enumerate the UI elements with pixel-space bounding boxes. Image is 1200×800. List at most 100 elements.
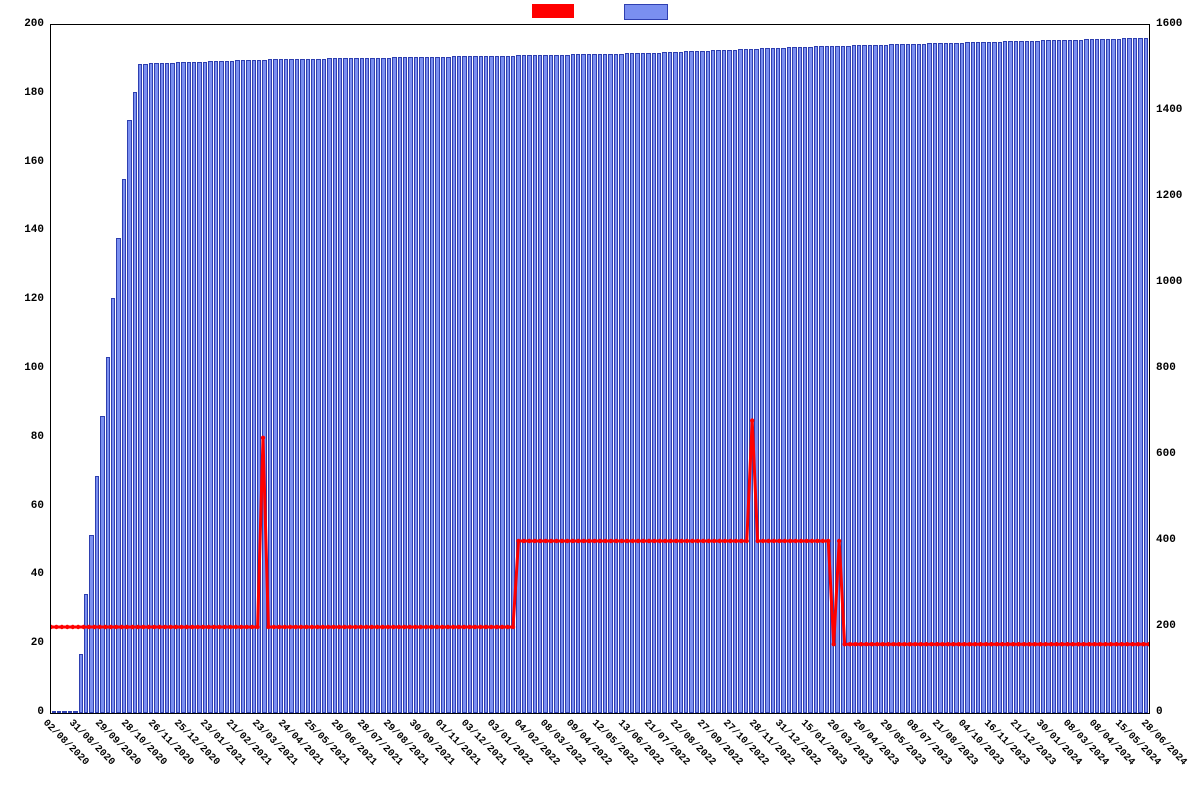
line-point bbox=[147, 625, 151, 629]
line-point bbox=[462, 625, 466, 629]
line-point bbox=[1130, 642, 1134, 646]
line-point bbox=[967, 642, 971, 646]
line-point bbox=[163, 625, 167, 629]
line-point bbox=[380, 625, 384, 629]
line-point bbox=[326, 625, 330, 629]
line-point bbox=[826, 539, 830, 543]
line-point bbox=[870, 642, 874, 646]
line-point bbox=[815, 539, 819, 543]
line-point bbox=[261, 436, 265, 440]
y-left-tick-label: 200 bbox=[0, 18, 48, 30]
line-point bbox=[1011, 642, 1015, 646]
y-left-tick-label: 100 bbox=[0, 362, 48, 374]
line-point bbox=[81, 625, 85, 629]
y-axis-right: 02004006008001000120014001600 bbox=[1152, 24, 1200, 714]
line-point bbox=[891, 642, 895, 646]
line-point bbox=[772, 539, 776, 543]
line-point bbox=[658, 539, 662, 543]
y-right-tick-label: 200 bbox=[1152, 620, 1200, 632]
line-point bbox=[206, 625, 210, 629]
y-axis-left: 020406080100120140160180200 bbox=[0, 24, 48, 714]
line-point bbox=[310, 625, 314, 629]
line-point bbox=[125, 625, 129, 629]
line-point bbox=[1044, 642, 1048, 646]
legend-swatch-bars bbox=[624, 4, 668, 20]
line-point bbox=[717, 539, 721, 543]
line-point bbox=[603, 539, 607, 543]
line-point bbox=[1092, 642, 1096, 646]
line-point bbox=[723, 539, 727, 543]
line-point bbox=[652, 539, 656, 543]
line-point bbox=[880, 642, 884, 646]
line-point bbox=[576, 539, 580, 543]
line-point bbox=[484, 625, 488, 629]
y-left-tick-label: 120 bbox=[0, 293, 48, 305]
line-point bbox=[342, 625, 346, 629]
line-point bbox=[489, 625, 493, 629]
line-point bbox=[1082, 642, 1086, 646]
line-point bbox=[766, 539, 770, 543]
line-point bbox=[842, 642, 846, 646]
line-point bbox=[598, 539, 602, 543]
line-point bbox=[495, 625, 499, 629]
y-right-tick-label: 1200 bbox=[1152, 190, 1200, 202]
line-point bbox=[750, 418, 754, 422]
line-point bbox=[1049, 642, 1053, 646]
line-point bbox=[1065, 642, 1069, 646]
line-point bbox=[266, 625, 270, 629]
line-point bbox=[1022, 642, 1026, 646]
line-point bbox=[136, 625, 140, 629]
line-point bbox=[793, 539, 797, 543]
line-point bbox=[418, 625, 422, 629]
line-point bbox=[456, 625, 460, 629]
legend bbox=[0, 4, 1200, 20]
line-point bbox=[946, 642, 950, 646]
line-point bbox=[277, 625, 281, 629]
line-point bbox=[353, 625, 357, 629]
line-point bbox=[777, 539, 781, 543]
line-point bbox=[359, 625, 363, 629]
line-point bbox=[185, 625, 189, 629]
line-point bbox=[315, 625, 319, 629]
line-point bbox=[408, 625, 412, 629]
line-point bbox=[424, 625, 428, 629]
line-point bbox=[1098, 642, 1102, 646]
line-point bbox=[158, 625, 162, 629]
line-point bbox=[375, 625, 379, 629]
line-point bbox=[272, 625, 276, 629]
legend-swatch-line bbox=[532, 4, 574, 18]
line-point bbox=[239, 625, 243, 629]
line-point bbox=[304, 625, 308, 629]
line-point bbox=[690, 539, 694, 543]
line-point bbox=[1120, 642, 1124, 646]
line-point bbox=[707, 539, 711, 543]
line-point bbox=[1016, 642, 1020, 646]
line-point bbox=[201, 625, 205, 629]
line-point bbox=[636, 539, 640, 543]
line-point bbox=[283, 625, 287, 629]
line-point bbox=[467, 625, 471, 629]
line-point bbox=[386, 625, 390, 629]
line-point bbox=[103, 625, 107, 629]
line-point bbox=[255, 625, 259, 629]
line-point bbox=[755, 539, 759, 543]
line-point bbox=[679, 539, 683, 543]
y-left-tick-label: 40 bbox=[0, 568, 48, 580]
line-point bbox=[429, 625, 433, 629]
chart-container: 020406080100120140160180200 020040060080… bbox=[0, 0, 1200, 800]
line-point bbox=[935, 642, 939, 646]
line-point bbox=[71, 625, 75, 629]
line-point bbox=[174, 625, 178, 629]
line-point bbox=[538, 539, 542, 543]
line-point bbox=[581, 539, 585, 543]
line-point bbox=[1103, 642, 1107, 646]
line-point bbox=[821, 539, 825, 543]
line-point bbox=[641, 539, 645, 543]
line-point bbox=[299, 625, 303, 629]
line-point bbox=[549, 539, 553, 543]
line-point bbox=[837, 539, 841, 543]
line-point bbox=[929, 642, 933, 646]
line-point bbox=[587, 539, 591, 543]
y-right-tick-label: 1000 bbox=[1152, 276, 1200, 288]
line-point bbox=[1054, 642, 1058, 646]
